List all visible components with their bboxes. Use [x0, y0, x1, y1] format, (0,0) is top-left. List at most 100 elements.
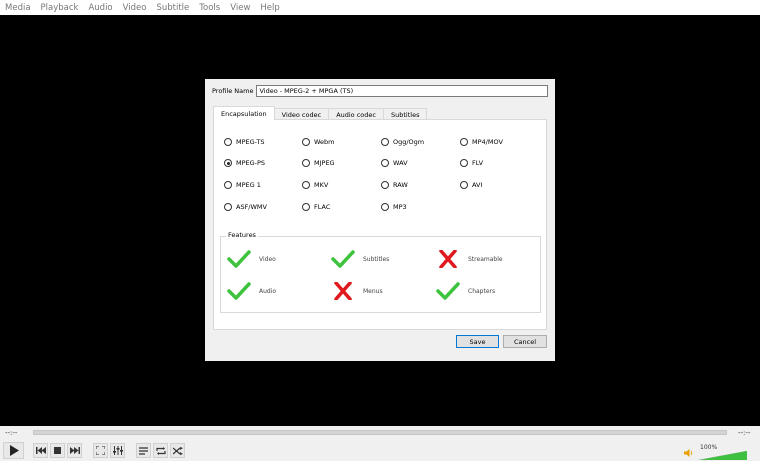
time-elapsed: --:-- [5, 429, 18, 437]
format-radio[interactable] [302, 138, 310, 146]
features-title: Features [226, 231, 258, 239]
format-label: MPEG-TS [236, 138, 265, 146]
feature-label: Audio [259, 287, 277, 295]
volume-slider[interactable] [699, 451, 747, 460]
feature-item: Chapters [436, 282, 495, 300]
format-option[interactable]: ASF/WMV [224, 203, 267, 211]
menu-tools[interactable]: Tools [199, 3, 220, 13]
stop-button[interactable] [50, 443, 65, 458]
menu-subtitle[interactable]: Subtitle [156, 3, 189, 13]
format-radio[interactable] [302, 159, 310, 167]
tab-encapsulation[interactable]: Encapsulation [213, 106, 275, 120]
equalizer-icon [112, 446, 123, 455]
previous-button[interactable] [33, 443, 48, 458]
format-option[interactable]: FLAC [302, 203, 330, 211]
play-icon [9, 445, 19, 456]
playlist-button[interactable] [136, 443, 151, 458]
menu-bar: Media Playback Audio Video Subtitle Tools View… [0, 0, 760, 15]
format-label: WAV [393, 159, 408, 167]
format-label: MKV [314, 181, 329, 189]
format-option[interactable]: MPEG-PS [224, 159, 265, 167]
checkmark-icon [436, 282, 468, 300]
fullscreen-button[interactable] [93, 443, 108, 458]
format-label: Ogg/Ogm [393, 138, 425, 146]
format-radio[interactable] [460, 159, 468, 167]
format-radio[interactable] [302, 181, 310, 189]
format-option[interactable]: FLV [460, 159, 483, 167]
shuffle-button[interactable] [170, 443, 185, 458]
format-option[interactable]: MP3 [381, 203, 407, 211]
format-radio[interactable] [224, 203, 232, 211]
checkmark-icon [331, 250, 363, 268]
feature-item: Subtitles [331, 250, 389, 268]
format-label: MP3 [393, 203, 407, 211]
feature-item: Streamable [436, 250, 503, 268]
menu-media[interactable]: Media [5, 3, 31, 13]
shuffle-icon [172, 446, 183, 455]
previous-icon [35, 447, 46, 454]
format-label: ASF/WMV [236, 203, 267, 211]
feature-item: Video [227, 250, 276, 268]
format-option[interactable]: RAW [381, 181, 408, 189]
extended-settings-button[interactable] [110, 443, 125, 458]
format-option[interactable]: AVI [460, 181, 482, 189]
loop-button[interactable] [153, 443, 168, 458]
features-group: Features Video Subtitles Streamable Audio Me… [220, 231, 541, 313]
format-label: MJPEG [314, 159, 335, 167]
menu-view[interactable]: View [230, 3, 250, 13]
menu-audio[interactable]: Audio [88, 3, 112, 13]
feature-label: Video [259, 255, 276, 263]
loop-icon [155, 446, 166, 455]
cross-icon [436, 250, 468, 268]
fullscreen-icon [96, 446, 105, 455]
profile-name-label: Profile Name [212, 87, 254, 95]
format-option[interactable]: Webm [302, 138, 335, 146]
profile-name-row: Profile Name [212, 85, 548, 97]
format-radio[interactable] [224, 181, 232, 189]
speaker-icon[interactable] [684, 449, 694, 457]
save-button[interactable]: Save [456, 335, 499, 348]
format-radio[interactable] [460, 181, 468, 189]
format-radio[interactable] [224, 138, 232, 146]
profile-dialog: Profile Name Encapsulation Video codec A… [205, 79, 555, 361]
checkmark-icon [227, 250, 259, 268]
playlist-icon [139, 446, 148, 455]
format-label: FLAC [314, 203, 331, 211]
cross-icon [331, 282, 363, 300]
seek-bar[interactable] [33, 430, 727, 435]
feature-label: Menus [363, 287, 383, 295]
feature-item: Audio [227, 282, 276, 300]
format-option[interactable]: MPEG 1 [224, 181, 261, 189]
cancel-button[interactable]: Cancel [503, 335, 547, 348]
encapsulation-panel: MPEG-TS Webm Ogg/Ogm MP4/MOV MPEG-PS MJPEG WAV… [213, 119, 547, 330]
format-radio[interactable] [302, 203, 310, 211]
menu-playback[interactable]: Playback [41, 3, 79, 13]
feature-label: Chapters [468, 287, 496, 295]
format-radio[interactable] [381, 203, 389, 211]
format-radio[interactable] [460, 138, 468, 146]
time-total: --:-- [738, 429, 751, 437]
format-label: MPEG 1 [236, 181, 261, 189]
volume-percent: 100% [700, 444, 718, 451]
profile-name-input[interactable] [256, 85, 548, 97]
format-option[interactable]: MP4/MOV [460, 138, 503, 146]
next-button[interactable] [67, 443, 82, 458]
format-option[interactable]: MKV [302, 181, 328, 189]
format-label: Webm [314, 138, 335, 146]
feature-label: Streamable [468, 255, 503, 263]
format-label: MPEG-PS [236, 159, 266, 167]
format-option[interactable]: Ogg/Ogm [381, 138, 424, 146]
format-option[interactable]: MPEG-TS [224, 138, 265, 146]
player-controls: --:-- --:-- 100% [0, 426, 760, 461]
format-option[interactable]: MJPEG [302, 159, 335, 167]
feature-item: Menus [331, 282, 383, 300]
format-radio[interactable] [224, 159, 232, 167]
play-button[interactable] [3, 442, 24, 459]
menu-help[interactable]: Help [260, 3, 279, 13]
format-radio[interactable] [381, 181, 389, 189]
format-radio[interactable] [381, 159, 389, 167]
format-option[interactable]: WAV [381, 159, 408, 167]
format-radio[interactable] [381, 138, 389, 146]
format-label: AVI [472, 181, 483, 189]
menu-video[interactable]: Video [123, 3, 147, 13]
